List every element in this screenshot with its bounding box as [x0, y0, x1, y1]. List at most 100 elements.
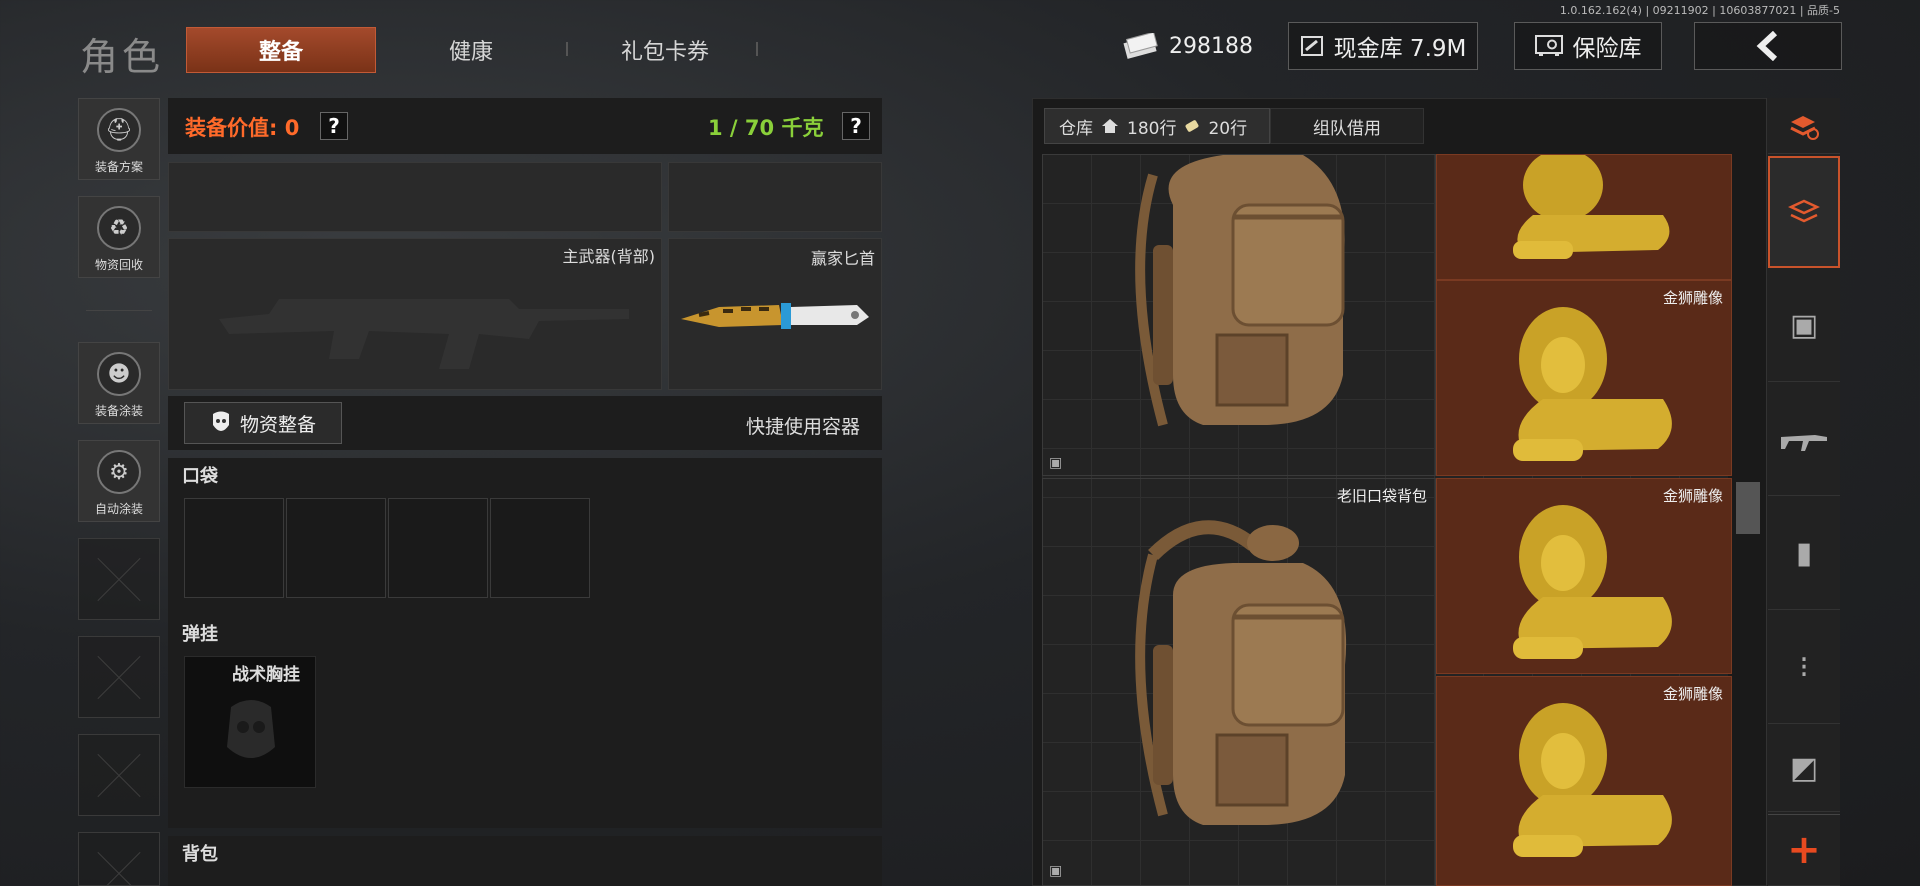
armor-slot[interactable] — [668, 162, 882, 232]
plus-icon: + — [1787, 827, 1821, 873]
auto-paint-button[interactable]: ⚙ 自动涂装 — [78, 440, 160, 522]
home-rows: 180行 — [1127, 118, 1177, 139]
pocket-slot[interactable] — [490, 498, 590, 598]
tab-label: 礼包卡券 — [620, 40, 709, 65]
crate-icon: ▣ — [1049, 455, 1063, 471]
supply-button-label: 物资整备 — [239, 413, 316, 436]
helmet-slot[interactable] — [168, 162, 662, 232]
tab-gift-cards[interactable]: 礼包卡券 — [600, 27, 730, 73]
weight-capacity: 1 / 70 千克 — [708, 116, 824, 140]
empty-slot — [78, 636, 160, 718]
layers-icon — [1787, 197, 1821, 227]
brush-gear-icon: ⚙ — [97, 450, 141, 494]
tab-warehouse[interactable]: 仓库 180行 20行 — [1044, 108, 1270, 144]
team-tab-label: 组队借用 — [1313, 118, 1381, 139]
safe-icon — [1534, 35, 1563, 57]
version-text: 1.0.162.162(4) | 09211902 | 10603877021 … — [1559, 4, 1840, 17]
warehouse-item[interactable]: 金狮雕像 — [1436, 280, 1732, 476]
page-title: 角色 — [80, 35, 165, 79]
backpack-label: 背包 — [182, 844, 218, 865]
back-button[interactable] — [1694, 22, 1842, 70]
melee-slot[interactable]: 赢家匕首 — [668, 238, 882, 390]
bullet-icon: ⁝ — [1799, 650, 1809, 685]
category-attachments[interactable]: ◩ — [1768, 726, 1840, 812]
mask-icon — [210, 411, 232, 435]
ticket-rows: 20行 — [1208, 118, 1248, 139]
warehouse-scrollbar[interactable] — [1736, 482, 1760, 534]
weight-help-button[interactable]: ? — [842, 112, 870, 140]
help-icon: ? — [328, 114, 340, 138]
cash-vault-label: 现金库 7.9M — [1333, 36, 1467, 62]
category-all[interactable] — [1768, 156, 1840, 268]
lion-statue-icon — [1513, 703, 1672, 857]
value-help-button[interactable]: ? — [320, 112, 348, 140]
backpack-icon — [1135, 520, 1347, 825]
warehouse-item[interactable]: ▣ — [1042, 154, 1436, 476]
knife-icon — [681, 303, 869, 329]
safe-box-label: 保险库 — [1572, 36, 1642, 62]
equipment-value: 装备价值: 0 — [185, 116, 300, 140]
home-icon — [1101, 118, 1119, 134]
cash-icon — [1123, 33, 1159, 59]
empty-slot — [78, 734, 160, 816]
warehouse-item[interactable]: 金狮雕像 — [1436, 676, 1732, 886]
sort-button[interactable] — [1768, 100, 1840, 154]
vest-icon: ▣ — [1789, 308, 1819, 343]
tab-label: 整备 — [258, 40, 303, 65]
primary-weapon-slot[interactable]: 主武器(背部) — [168, 238, 662, 390]
backpack-icon — [1135, 155, 1345, 427]
warehouse-item[interactable]: 老旧口袋背包 ▣ — [1042, 478, 1436, 886]
category-magazines[interactable]: ▮ — [1768, 498, 1840, 610]
money-display: 298188 — [1118, 22, 1258, 70]
ticket-icon — [1184, 119, 1200, 133]
tab-health[interactable]: 健康 — [400, 27, 542, 73]
scope-icon: ◩ — [1789, 751, 1819, 786]
tab-divider — [566, 42, 568, 56]
tab-team-borrow[interactable]: 组队借用 — [1270, 108, 1424, 144]
category-armor[interactable]: ▣ — [1768, 270, 1840, 382]
lion-statue-icon — [1513, 505, 1672, 659]
lion-statue-icon — [1513, 155, 1670, 259]
quick-container-label[interactable]: 快捷使用容器 — [746, 412, 860, 439]
warehouse-item[interactable] — [1436, 154, 1732, 280]
sidebar-divider — [86, 310, 152, 311]
help-icon: ? — [850, 114, 862, 138]
pocket-slot[interactable] — [388, 498, 488, 598]
crate-icon: ▣ — [1049, 863, 1063, 879]
helmet-icon: ⛑ — [97, 108, 141, 152]
layers-refresh-icon — [1787, 112, 1821, 142]
tab-divider — [756, 42, 758, 56]
sidebar-item-label: 自动涂装 — [94, 502, 143, 516]
recycle-button[interactable]: ♻ 物资回收 — [78, 196, 160, 278]
chevron-left-icon — [1753, 31, 1783, 61]
money-value: 298188 — [1169, 33, 1253, 59]
category-weapons[interactable] — [1768, 384, 1840, 496]
primary-weapon-label: 主武器(背部) — [562, 247, 656, 266]
empty-slot — [78, 538, 160, 620]
soldier-icon: ☻ — [97, 352, 141, 396]
loadout-plan-button[interactable]: ⛑ 装备方案 — [78, 98, 160, 180]
sidebar-item-label: 装备涂装 — [94, 404, 143, 418]
warehouse-item[interactable]: 金狮雕像 — [1436, 478, 1732, 674]
rifle-silhouette-icon — [219, 299, 629, 369]
tab-equipment[interactable]: 整备 — [186, 27, 376, 73]
pocket-slot[interactable] — [184, 498, 284, 598]
safe-box-button[interactable]: 保险库 — [1514, 22, 1662, 70]
backpack-row: 背包 — [168, 836, 882, 886]
supply-button[interactable]: 物资整备 — [184, 402, 342, 444]
rifle-icon — [1779, 425, 1829, 455]
cash-vault-button[interactable]: 现金库 7.9M — [1288, 22, 1478, 70]
chest-rig-icon — [227, 700, 275, 758]
recycle-icon: ♻ — [97, 206, 141, 250]
melee-label: 赢家匕首 — [810, 249, 875, 268]
category-ammo[interactable]: ⁝ — [1768, 612, 1840, 724]
chest-rig-item-label: 战术胸挂 — [232, 665, 300, 685]
vault-icon — [1300, 34, 1324, 58]
paint-button[interactable]: ☻ 装备涂装 — [78, 342, 160, 424]
pocket-slot[interactable] — [286, 498, 386, 598]
rig-label: 弹挂 — [182, 624, 218, 645]
warehouse-tab-label: 仓库 — [1059, 118, 1093, 139]
add-button[interactable]: + — [1768, 814, 1840, 886]
tab-label: 健康 — [448, 40, 493, 65]
pocket-label: 口袋 — [182, 466, 218, 487]
